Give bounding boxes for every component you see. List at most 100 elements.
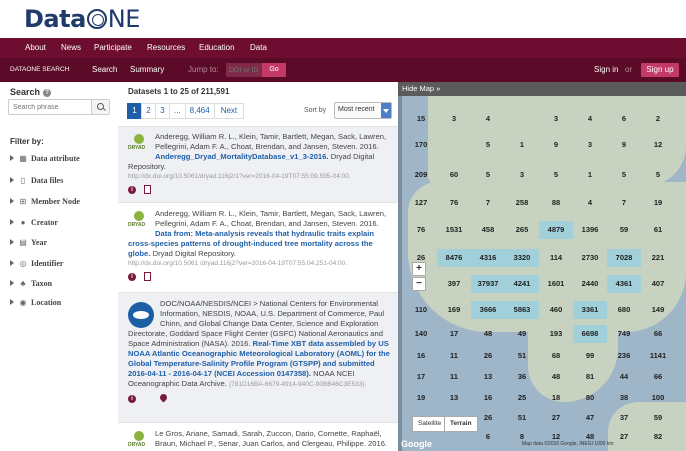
map-count-cell[interactable]: 48 [471,325,505,343]
map-count-cell[interactable]: 7 [471,194,505,212]
map-count-cell[interactable]: 1 [505,136,539,154]
map-count-cell[interactable]: 27 [539,409,573,427]
map-count-cell[interactable]: 4316 [471,249,505,267]
map-count-cell[interactable]: 37937 [471,275,505,293]
map-count-cell[interactable]: 209 [404,166,438,184]
map-count-cell[interactable]: 15 [404,110,438,128]
map-count-cell[interactable]: 100 [641,389,675,407]
map-count-cell[interactable]: 6698 [573,325,607,343]
map-count-cell[interactable]: 51 [505,409,539,427]
map-count-cell[interactable]: 26 [471,347,505,365]
page-last[interactable]: 8,464 [184,103,215,119]
map-count-cell[interactable]: 66 [641,325,675,343]
sign-up-button[interactable]: Sign up [641,63,679,77]
document-icon[interactable] [144,272,151,281]
map-count-cell[interactable]: 59 [641,409,675,427]
map-count-cell[interactable]: 4 [573,110,607,128]
map-count-cell[interactable]: 16 [404,347,438,365]
info-icon[interactable]: i [128,273,136,281]
map-count-cell[interactable]: 12 [641,136,675,154]
map-count-cell[interactable]: 76 [404,221,438,239]
filter-member-node[interactable]: ⊞ Member Node [10,197,80,209]
map-count-cell[interactable]: 170 [404,136,438,154]
map-count-cell[interactable]: 5863 [505,301,539,319]
filter-data-attribute[interactable]: ▦ Data attribute [10,154,80,166]
map-count-cell[interactable]: 44 [607,368,641,386]
map-count-cell[interactable]: 1 [573,166,607,184]
search-link[interactable]: Search [92,65,117,74]
nav-data[interactable]: Data [250,43,267,52]
map-count-cell[interactable]: 36 [505,368,539,386]
map-count-cell[interactable]: 47 [573,409,607,427]
map-count-cell[interactable]: 60 [437,166,471,184]
map-count-cell[interactable]: 9 [539,136,573,154]
map-count-cell[interactable]: 68 [539,347,573,365]
map-count-cell[interactable]: 1141 [641,347,675,365]
info-icon[interactable]: i [128,395,136,403]
map-count-cell[interactable]: 2 [641,110,675,128]
map-count-cell[interactable]: 13 [471,368,505,386]
map-count-cell[interactable]: 99 [573,347,607,365]
map-count-cell[interactable]: 5 [471,136,505,154]
map-count-cell[interactable]: 11 [437,368,471,386]
nav-about[interactable]: About [25,43,46,52]
map-count-cell[interactable]: 460 [539,301,573,319]
terrain-button[interactable]: Terrain [444,416,478,432]
map-count-cell[interactable]: 80 [573,389,607,407]
map-count-cell[interactable]: 1601 [539,275,573,293]
map-count-cell[interactable]: 3 [573,136,607,154]
result-title[interactable]: Anderegg_Dryad_MortalityDatabase_v1_3-20… [155,152,328,161]
result-url[interactable]: http://dx.doi.org/10.5061 /dryad.116j2?v… [128,259,392,268]
map-count-cell[interactable]: 1531 [437,221,471,239]
nav-resources[interactable]: Resources [147,43,185,52]
map-count-cell[interactable]: 4879 [539,221,573,239]
zoom-out-button[interactable]: − [412,277,426,291]
map-pin-icon[interactable] [158,392,169,403]
page-3[interactable]: 3 [155,103,170,119]
map-count-cell[interactable]: 25 [505,389,539,407]
map-count-cell[interactable]: 3 [437,110,471,128]
map-count-cell[interactable]: 7 [607,194,641,212]
map-count-cell[interactable]: 110 [404,301,438,319]
doi-input[interactable] [226,63,262,77]
map-count-cell[interactable]: 76 [437,194,471,212]
map-count-cell[interactable]: 82 [641,428,675,446]
map-count-cell[interactable]: 5 [471,166,505,184]
map-count-cell[interactable]: 88 [539,194,573,212]
filter-location[interactable]: ◉ Location [10,298,61,310]
map-count-cell[interactable]: 38 [607,389,641,407]
map-count-cell[interactable]: 3 [505,166,539,184]
map-count-cell[interactable]: 17 [404,368,438,386]
map-count-cell[interactable]: 7028 [607,249,641,267]
search-icon[interactable] [91,100,109,114]
filter-data-files[interactable]: ▯ Data files [10,176,63,188]
result-url[interactable]: {781D16BA-6679-4914-940C-90BB46C3E533}. [229,381,366,388]
page-1[interactable]: 1 [127,103,142,119]
map-count-cell[interactable]: 1396 [573,221,607,239]
filter-creator[interactable]: ● Creator [10,218,58,230]
sign-in-link[interactable]: Sign in [594,65,618,74]
map-count-cell[interactable]: 49 [505,325,539,343]
map-count-cell[interactable]: 2440 [573,275,607,293]
map-count-cell[interactable]: 16 [471,389,505,407]
nav-participate[interactable]: Participate [94,43,132,52]
map-count-cell[interactable]: 13 [437,389,471,407]
map-count-cell[interactable]: 265 [505,221,539,239]
map-count-cell[interactable]: 680 [607,301,641,319]
map-count-cell[interactable]: 5 [607,166,641,184]
map-count-cell[interactable]: 4241 [505,275,539,293]
map-count-cell[interactable]: 236 [607,347,641,365]
map-count-cell[interactable]: 193 [539,325,573,343]
nav-news[interactable]: News [61,43,81,52]
result-item[interactable]: DOC/NOAA/NESDIS/NCEI > National Centers … [118,292,398,422]
filter-year[interactable]: ▤ Year [10,238,47,250]
map-count-cell[interactable]: 11 [437,347,471,365]
map-count-cell[interactable]: 5 [539,166,573,184]
map-count-cell[interactable]: 17 [437,325,471,343]
result-item[interactable]: Anderegg, William R. L., Klein, Tamir, B… [118,202,398,292]
map-count-cell[interactable]: 114 [539,249,573,267]
document-icon[interactable] [144,185,151,194]
map-count-cell[interactable]: 19 [641,194,675,212]
map-count-cell[interactable]: 149 [641,301,675,319]
results-map[interactable]: Hide Map » 15 3 4 3 4 6 2 170 5 1 9 3 9 12 209 60 5 3 5 1 5 5… [398,82,686,451]
